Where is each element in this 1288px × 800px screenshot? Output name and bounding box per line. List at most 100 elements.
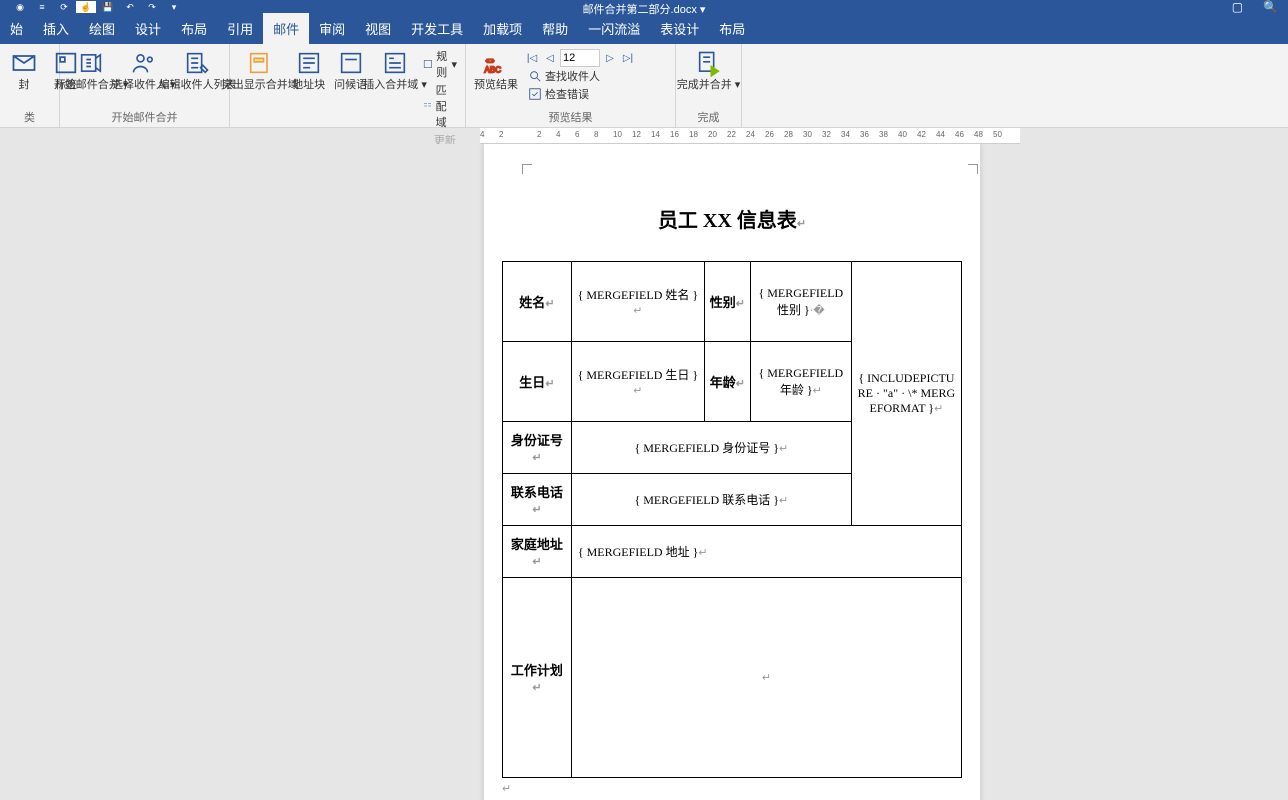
highlight-label: 突出显示合并域 (222, 79, 299, 92)
recipients-icon (130, 49, 158, 77)
cell-phone-field[interactable]: { MERGEFIELD 联系电话 }↵ (571, 474, 851, 526)
tab-draw[interactable]: 绘图 (79, 13, 125, 44)
ruler-tick: 26 (765, 130, 774, 139)
cell-address-field[interactable]: { MERGEFIELD 地址 }↵ (571, 526, 961, 578)
table-row[interactable]: 家庭地址↵ { MERGEFIELD 地址 }↵ (503, 526, 962, 578)
tab-references[interactable]: 引用 (217, 13, 263, 44)
ruler-tick: 50 (993, 130, 1002, 139)
qat-touch-icon[interactable]: ☝ (76, 1, 96, 13)
last-record-button[interactable]: ▷| (620, 49, 636, 67)
tab-developer[interactable]: 开发工具 (401, 13, 473, 44)
envelope-icon (10, 49, 38, 77)
svg-text:«»: «» (486, 56, 496, 65)
document-area[interactable]: 员工 XX 信息表↵ 姓名↵ { MERGEFIELD 姓名 }↵ 性别↵ { … (0, 144, 1288, 800)
highlight-icon (246, 49, 274, 77)
tab-review[interactable]: 审阅 (309, 13, 355, 44)
save-icon[interactable]: 💾 (98, 1, 118, 13)
next-record-button[interactable]: ▷ (602, 49, 618, 67)
edit-recipient-list-button[interactable]: 编辑收件人列表 (169, 47, 225, 94)
match-fields-button[interactable]: 匹配域 (419, 81, 461, 131)
qat-list-icon[interactable]: ≡ (32, 1, 52, 13)
document-heading[interactable]: 员工 XX 信息表↵ (502, 204, 962, 233)
search-icon[interactable]: 🔍 (1263, 0, 1278, 14)
ruler-tick: 8 (594, 130, 598, 139)
qat-autosave-icon[interactable]: ◉ (10, 1, 30, 13)
preview-results-button[interactable]: «»ABC 预览结果 (470, 47, 522, 94)
record-number-input[interactable] (560, 49, 600, 67)
tab-layout[interactable]: 布局 (171, 13, 217, 44)
rules-button[interactable]: 规则 ▾ (419, 47, 461, 81)
finish-merge-button[interactable]: 完成并合并 ▾ (680, 47, 737, 94)
insert-field-label: 插入合并域 ▾ (363, 79, 427, 92)
ruler-tick: 16 (670, 130, 679, 139)
check-errors-button[interactable]: 检查错误 (524, 85, 636, 103)
find-icon (528, 69, 542, 83)
cell-plan-field[interactable]: ↵ (571, 578, 961, 778)
envelopes-button[interactable]: 封 (4, 47, 44, 94)
cell-photo-field[interactable]: { INCLUDEPICTURE · "a" · \* MERGEFORMAT … (851, 262, 961, 526)
prev-record-button[interactable]: ◁ (542, 49, 558, 67)
cell-age-field[interactable]: { MERGEFIELD 年龄 }↵ (750, 342, 851, 422)
find-recipient-button[interactable]: 查找收件人 (524, 67, 636, 85)
title-bar: ◉ ≡ ⟳ ☝ 💾 ↶ ↷ ▾ 邮件合并第二部分.docx ▾ ▢ 🔍 (0, 0, 1288, 14)
group-start-merge-label: 开始邮件合并 (60, 107, 229, 127)
group-create-label: 类 (0, 107, 59, 127)
tab-mailings[interactable]: 邮件 (263, 13, 309, 44)
cell-phone-label[interactable]: 联系电话↵ (503, 474, 572, 526)
cell-plan-label[interactable]: 工作计划↵ (503, 578, 572, 778)
redo-icon[interactable]: ↷ (142, 1, 162, 13)
qat-customize-icon[interactable]: ▾ (164, 1, 184, 13)
paragraph-mark: ↵ (502, 782, 962, 795)
tab-addins[interactable]: 加载项 (473, 13, 532, 44)
tab-insert[interactable]: 插入 (33, 13, 79, 44)
cell-id-field[interactable]: { MERGEFIELD 身份证号 }↵ (571, 422, 851, 474)
horizontal-ruler[interactable]: 4224681012141618202224262830323436384042… (480, 128, 1020, 144)
cell-birthday-field[interactable]: { MERGEFIELD 生日 }↵ (571, 342, 704, 422)
ruler-tick: 34 (841, 130, 850, 139)
cell-id-label[interactable]: 身份证号↵ (503, 422, 572, 474)
first-record-button[interactable]: |◁ (524, 49, 540, 67)
greeting-icon (337, 49, 365, 77)
ruler-tick: 30 (803, 130, 812, 139)
page: 员工 XX 信息表↵ 姓名↵ { MERGEFIELD 姓名 }↵ 性别↵ { … (484, 144, 980, 800)
tab-start[interactable]: 始 (0, 13, 33, 44)
info-table[interactable]: 姓名↵ { MERGEFIELD 姓名 }↵ 性别↵ { MERGEFIELD … (502, 261, 962, 778)
cell-address-label[interactable]: 家庭地址↵ (503, 526, 572, 578)
ruler-tick: 44 (936, 130, 945, 139)
ruler-tick: 20 (708, 130, 717, 139)
margin-corner-tl (522, 164, 532, 174)
ruler-tick: 6 (575, 130, 579, 139)
ribbon: 封 标签 类 开始邮件合并 ▾ 选择收件人 ▾ 编辑收件人列表 开始邮件合并 (0, 44, 1288, 128)
table-row[interactable]: 工作计划↵ ↵ (503, 578, 962, 778)
tab-help[interactable]: 帮助 (532, 13, 578, 44)
cell-gender-field[interactable]: { MERGEFIELD 性别 }·� (750, 262, 851, 342)
cell-gender-label[interactable]: 性别↵ (704, 262, 750, 342)
ruler-tick: 38 (879, 130, 888, 139)
qat-sync-icon[interactable]: ⟳ (54, 1, 74, 13)
table-row[interactable]: 姓名↵ { MERGEFIELD 姓名 }↵ 性别↵ { MERGEFIELD … (503, 262, 962, 342)
match-label: 匹配域 (436, 82, 457, 130)
ruler-tick: 2 (499, 130, 503, 139)
cell-name-label[interactable]: 姓名↵ (503, 262, 572, 342)
address-icon (295, 49, 323, 77)
ruler-tick: 2 (537, 130, 541, 139)
tab-table-design[interactable]: 表设计 (650, 13, 709, 44)
tab-table-layout[interactable]: 布局 (709, 13, 755, 44)
highlight-merge-fields-button[interactable]: 突出显示合并域 (234, 47, 287, 94)
tab-flash[interactable]: 一闪流溢 (578, 13, 650, 44)
address-block-button[interactable]: 地址块 (289, 47, 329, 94)
greeting-label: 问候语 (334, 79, 367, 92)
insert-merge-field-button[interactable]: 插入合并域 ▾ (373, 47, 418, 94)
cell-age-label[interactable]: 年龄↵ (704, 342, 750, 422)
tab-view[interactable]: 视图 (355, 13, 401, 44)
ruler-tick: 40 (898, 130, 907, 139)
ruler-tick: 4 (556, 130, 560, 139)
margin-corner-tr (968, 164, 978, 174)
start-mail-merge-button[interactable]: 开始邮件合并 ▾ (64, 47, 118, 94)
cell-birthday-label[interactable]: 生日↵ (503, 342, 572, 422)
ruler-tick: 28 (784, 130, 793, 139)
cell-name-field[interactable]: { MERGEFIELD 姓名 }↵ (571, 262, 704, 342)
undo-icon[interactable]: ↶ (120, 1, 140, 13)
ribbon-display-icon[interactable]: ▢ (1232, 0, 1243, 14)
tab-design[interactable]: 设计 (125, 13, 171, 44)
